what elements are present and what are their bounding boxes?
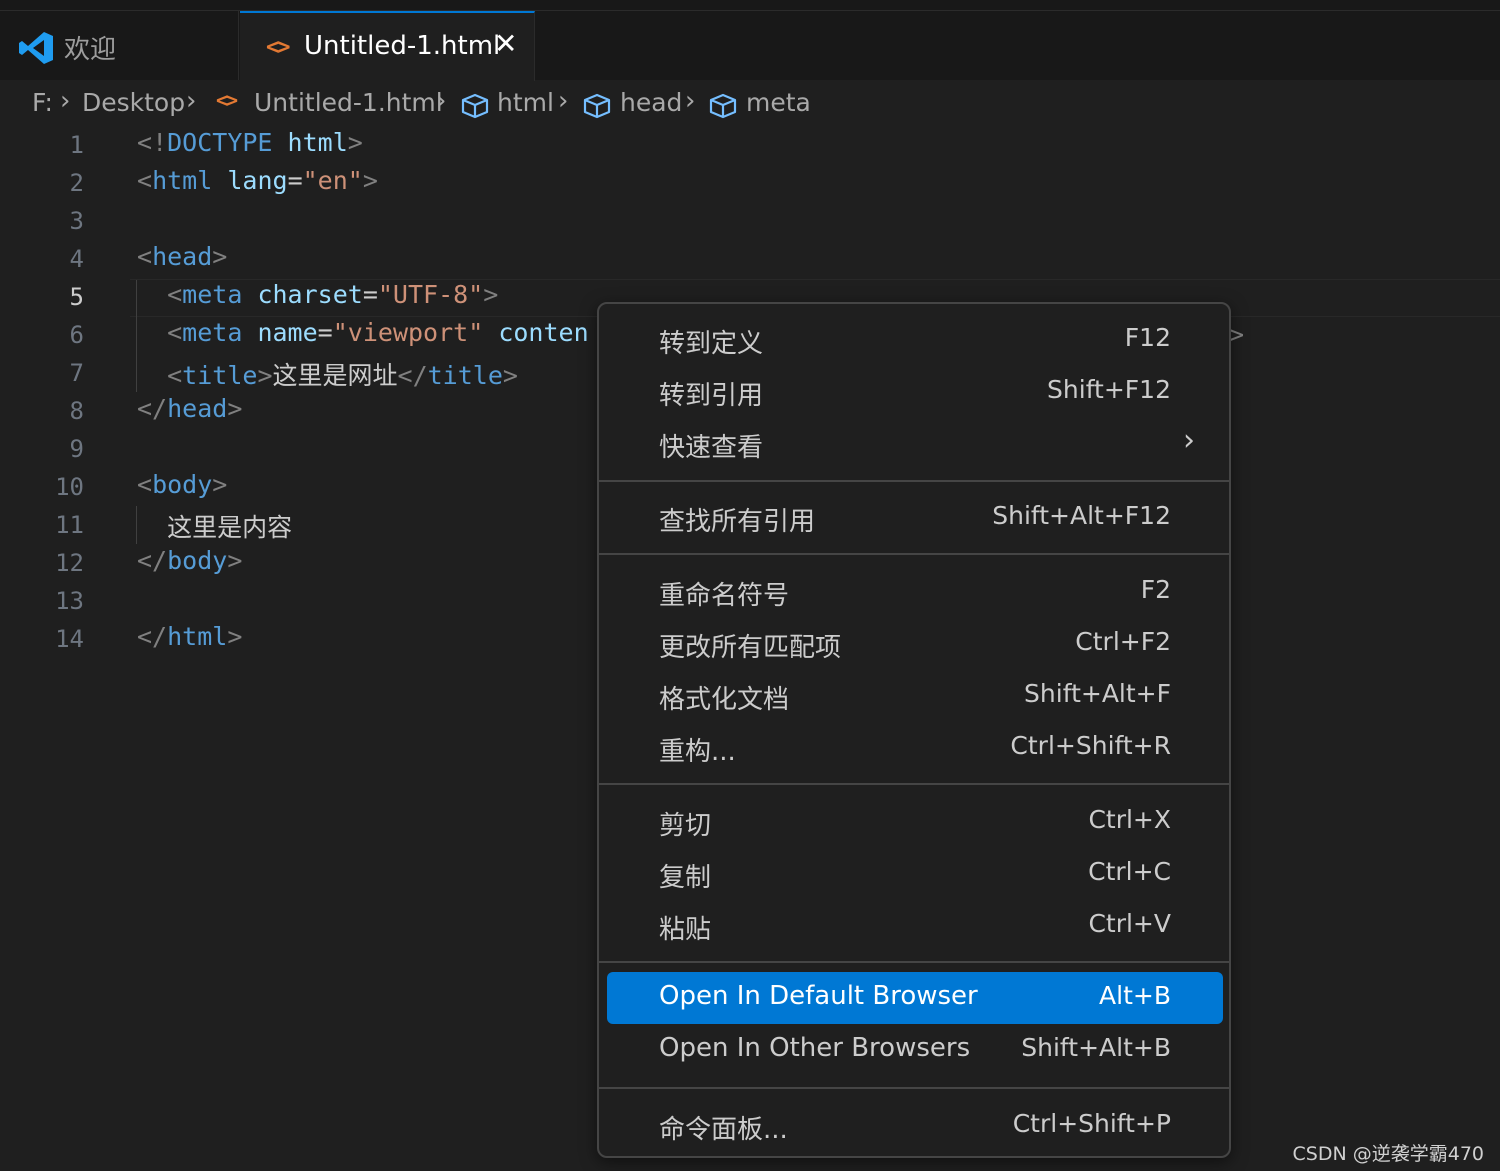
- menu-item-label: 转到引用: [659, 381, 764, 411]
- chevron-right-icon: ›: [1183, 423, 1195, 458]
- html-file-icon: <>: [266, 35, 290, 60]
- code-line[interactable]: </body>: [137, 546, 242, 584]
- breadcrumb-separator: ›: [186, 86, 197, 116]
- breadcrumb-separator: ›: [685, 86, 696, 116]
- menu-item-shortcut: F12: [1124, 323, 1171, 352]
- line-number: 9: [69, 435, 84, 463]
- line-number: 11: [55, 511, 84, 539]
- breadcrumb-symbol-meta[interactable]: meta: [746, 88, 811, 117]
- tab-untitled-1-html[interactable]: <> Untitled-1.html ✕: [240, 11, 535, 81]
- menu-item-format-document[interactable]: 格式化文档 Shift+Alt+F: [607, 670, 1223, 722]
- menu-item-find-all-references[interactable]: 查找所有引用 Shift+Alt+F12: [607, 492, 1223, 544]
- menu-item-shortcut: Shift+Alt+B: [1021, 1033, 1171, 1062]
- menu-item-label: 重构...: [659, 737, 736, 767]
- menu-item-shortcut: Ctrl+X: [1088, 805, 1171, 834]
- menu-item-cut[interactable]: 剪切 Ctrl+X: [607, 796, 1223, 848]
- code-line[interactable]: <head>: [137, 242, 227, 280]
- breadcrumb: F: › Desktop › <> Untitled-1.html › html…: [0, 86, 1500, 126]
- code-line[interactable]: </head>: [137, 394, 242, 432]
- menu-item-label: 快速查看: [659, 433, 764, 463]
- code-overflow-bracket: >: [1229, 320, 1245, 349]
- symbol-cube-icon: [583, 93, 611, 119]
- symbol-cube-icon: [461, 93, 489, 119]
- menu-item-change-all-occurrences[interactable]: 更改所有匹配项 Ctrl+F2: [607, 618, 1223, 670]
- menu-item-paste[interactable]: 粘贴 Ctrl+V: [607, 900, 1223, 952]
- breadcrumb-separator: ›: [60, 86, 71, 116]
- menu-item-label: 更改所有匹配项: [659, 633, 842, 663]
- menu-item-shortcut: Shift+F12: [1047, 375, 1171, 404]
- menu-item-label: 转到定义: [659, 329, 764, 359]
- menu-item-command-palette[interactable]: 命令面板... Ctrl+Shift+P: [607, 1100, 1223, 1152]
- tab-welcome[interactable]: 欢迎: [0, 11, 239, 80]
- menu-item-go-to-definition[interactable]: 转到定义 F12: [607, 314, 1223, 366]
- breadcrumb-drive[interactable]: F:: [32, 88, 53, 117]
- code-line[interactable]: 这里是内容: [137, 508, 292, 546]
- tab-active-label: Untitled-1.html: [304, 31, 501, 61]
- menu-item-label: 查找所有引用: [659, 507, 816, 537]
- menu-item-shortcut: Ctrl+Shift+P: [1012, 1109, 1171, 1138]
- breadcrumb-separator: ›: [558, 86, 569, 116]
- vscode-logo-icon: [19, 32, 53, 64]
- line-number: 7: [69, 359, 84, 387]
- menu-separator: [599, 783, 1229, 785]
- code-line[interactable]: <html lang="en">: [137, 166, 378, 204]
- code-line[interactable]: </html>: [137, 622, 242, 660]
- code-line[interactable]: <body>: [137, 470, 227, 508]
- line-number: 14: [55, 625, 84, 653]
- menu-item-refactor[interactable]: 重构... Ctrl+Shift+R: [607, 722, 1223, 774]
- watermark: CSDN @逆袭学霸470: [1292, 1143, 1484, 1165]
- menu-item-shortcut: Ctrl+Shift+R: [1010, 731, 1171, 760]
- line-number: 6: [69, 321, 84, 349]
- code-line[interactable]: <title>这里是网址</title>: [137, 356, 518, 394]
- menu-separator: [599, 1087, 1229, 1089]
- menu-item-shortcut: Ctrl+C: [1088, 857, 1171, 886]
- breadcrumb-folder[interactable]: Desktop: [82, 88, 185, 117]
- breadcrumb-symbol-html[interactable]: html: [497, 88, 554, 117]
- line-number-active: 5: [69, 283, 84, 311]
- menu-item-shortcut: Shift+Alt+F: [1024, 679, 1171, 708]
- menu-item-open-in-default-browser[interactable]: Open In Default Browser Alt+B: [607, 972, 1223, 1024]
- code-line[interactable]: <!DOCTYPE html>: [137, 128, 363, 166]
- menu-item-shortcut: Ctrl+V: [1088, 909, 1171, 938]
- menu-item-shortcut: Alt+B: [1099, 981, 1171, 1010]
- menu-item-label: Open In Other Browsers: [659, 1033, 971, 1063]
- tab-bar: 欢迎 <> Untitled-1.html ✕: [0, 0, 1500, 81]
- menu-item-label: 格式化文档: [659, 685, 790, 715]
- menu-item-label: 重命名符号: [659, 581, 790, 611]
- menu-item-label: 剪切: [659, 811, 712, 841]
- line-number: 10: [55, 473, 84, 501]
- tab-welcome-label: 欢迎: [64, 35, 117, 65]
- menu-item-label: 粘贴: [659, 915, 712, 945]
- line-number: 13: [55, 587, 84, 615]
- menu-item-label: Open In Default Browser: [659, 981, 978, 1011]
- menu-item-copy[interactable]: 复制 Ctrl+C: [607, 848, 1223, 900]
- line-number: 4: [69, 245, 84, 273]
- menu-separator: [599, 480, 1229, 482]
- menu-separator: [599, 961, 1229, 963]
- symbol-cube-icon: [709, 93, 737, 119]
- breadcrumb-symbol-head[interactable]: head: [620, 88, 682, 117]
- close-icon[interactable]: ✕: [494, 27, 517, 60]
- line-number: 1: [69, 131, 84, 159]
- html-file-icon: <>: [216, 88, 238, 112]
- menu-separator: [599, 553, 1229, 555]
- menu-item-shortcut: Ctrl+F2: [1075, 627, 1171, 656]
- menu-item-open-in-other-browsers[interactable]: Open In Other Browsers Shift+Alt+B: [607, 1024, 1223, 1076]
- menu-item-shortcut: F2: [1140, 575, 1171, 604]
- menu-item-rename-symbol[interactable]: 重命名符号 F2: [607, 566, 1223, 618]
- line-number: 2: [69, 169, 84, 197]
- menu-item-label: 命令面板...: [659, 1115, 788, 1145]
- code-line[interactable]: <meta name="viewport" conten: [137, 318, 589, 356]
- line-number: 8: [69, 397, 84, 425]
- line-number: 12: [55, 549, 84, 577]
- editor-context-menu: 转到定义 F12 转到引用 Shift+F12 快速查看 › 查找所有引用 Sh…: [597, 302, 1231, 1158]
- code-line[interactable]: <meta charset="UTF-8">: [137, 280, 498, 318]
- menu-item-label: 复制: [659, 863, 712, 893]
- menu-item-shortcut: Shift+Alt+F12: [992, 501, 1171, 530]
- breadcrumb-separator: ›: [436, 86, 447, 116]
- menu-item-go-to-references[interactable]: 转到引用 Shift+F12: [607, 366, 1223, 418]
- line-number: 3: [69, 207, 84, 235]
- breadcrumb-file[interactable]: Untitled-1.html: [254, 88, 443, 117]
- menu-item-peek[interactable]: 快速查看 ›: [607, 418, 1223, 470]
